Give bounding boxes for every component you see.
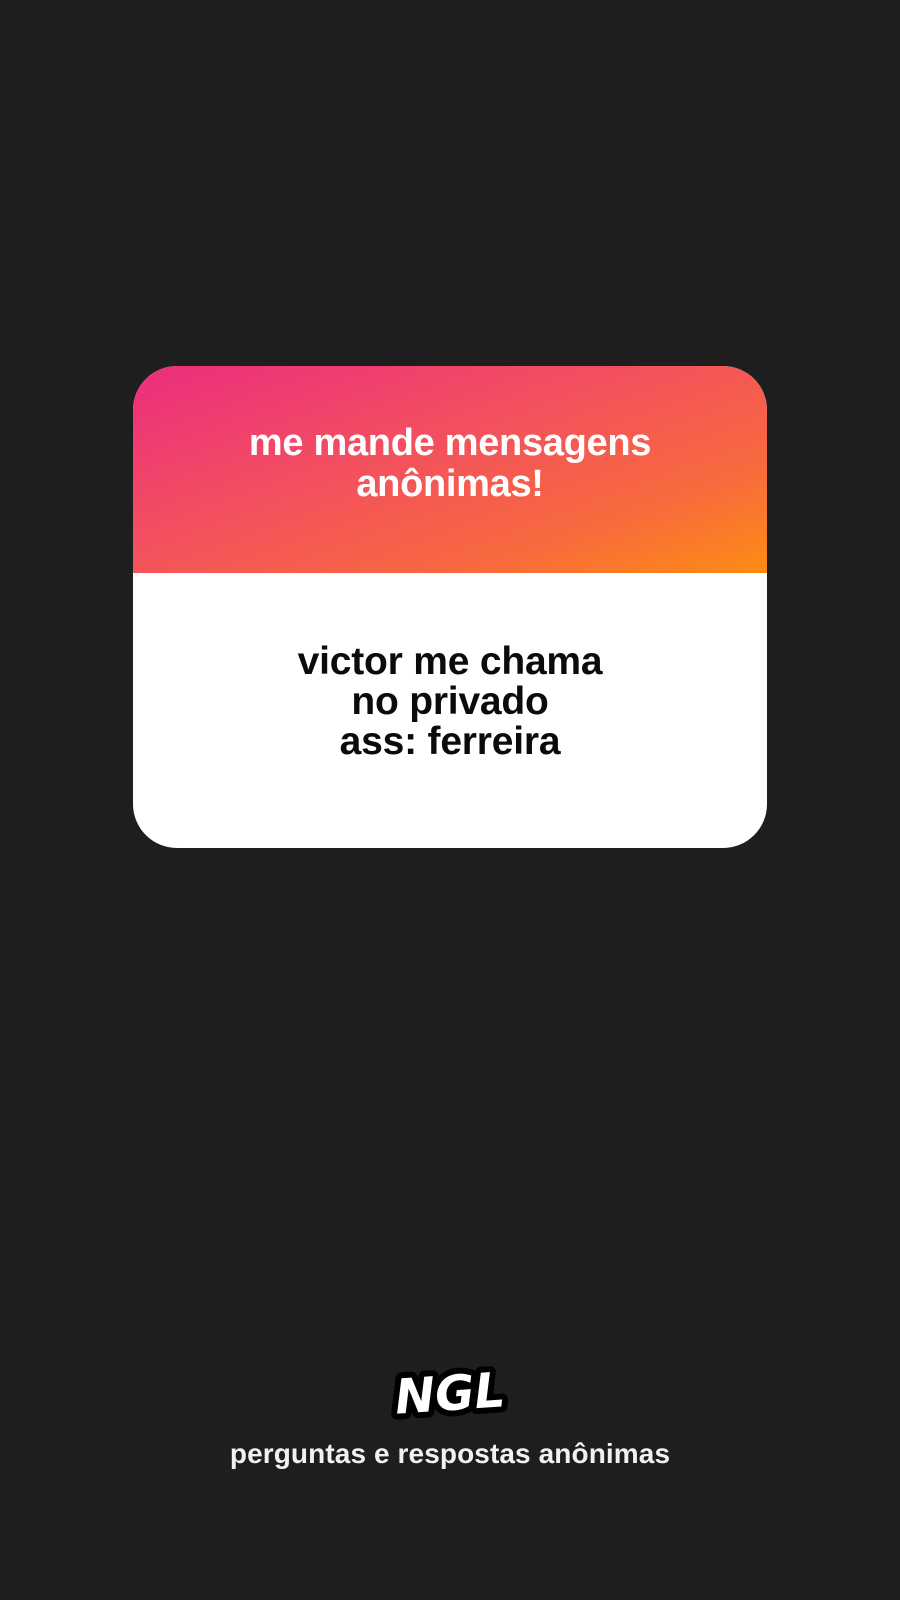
card-header: me mande mensagens anônimas!	[133, 366, 767, 573]
question-card: me mande mensagens anônimas! victor me c…	[133, 366, 767, 848]
anonymous-message: victor me chama no privado ass: ferreira	[297, 639, 603, 763]
ngl-logo: NGL	[387, 1360, 513, 1428]
tagline: perguntas e respostas anônimas	[229, 1438, 671, 1469]
card-body: victor me chama no privado ass: ferreira	[133, 573, 767, 848]
card-header-title: me mande mensagens anônimas!	[248, 421, 652, 505]
footer: NGL perguntas e respostas anônimas	[0, 1360, 900, 1470]
ngl-logo-text: NGL	[393, 1362, 507, 1426]
